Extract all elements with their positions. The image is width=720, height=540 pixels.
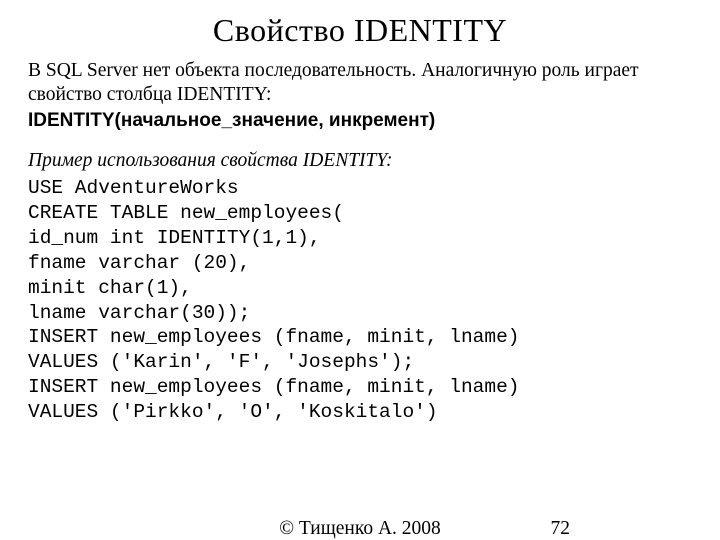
page-title: Свойство IDENTITY	[28, 12, 692, 49]
intro-text: В SQL Server нет объекта последовательно…	[28, 59, 692, 108]
identity-syntax: IDENTITY(начальное_значение, инкремент)	[28, 110, 692, 132]
code-block: USE AdventureWorks CREATE TABLE new_empl…	[28, 176, 692, 426]
page-number: 72	[551, 518, 571, 540]
example-label: Пример использования свойства IDENTITY:	[28, 150, 692, 172]
slide: Свойство IDENTITY В SQL Server нет объек…	[0, 0, 720, 540]
copyright-text: © Тищенко А. 2008	[279, 518, 441, 540]
